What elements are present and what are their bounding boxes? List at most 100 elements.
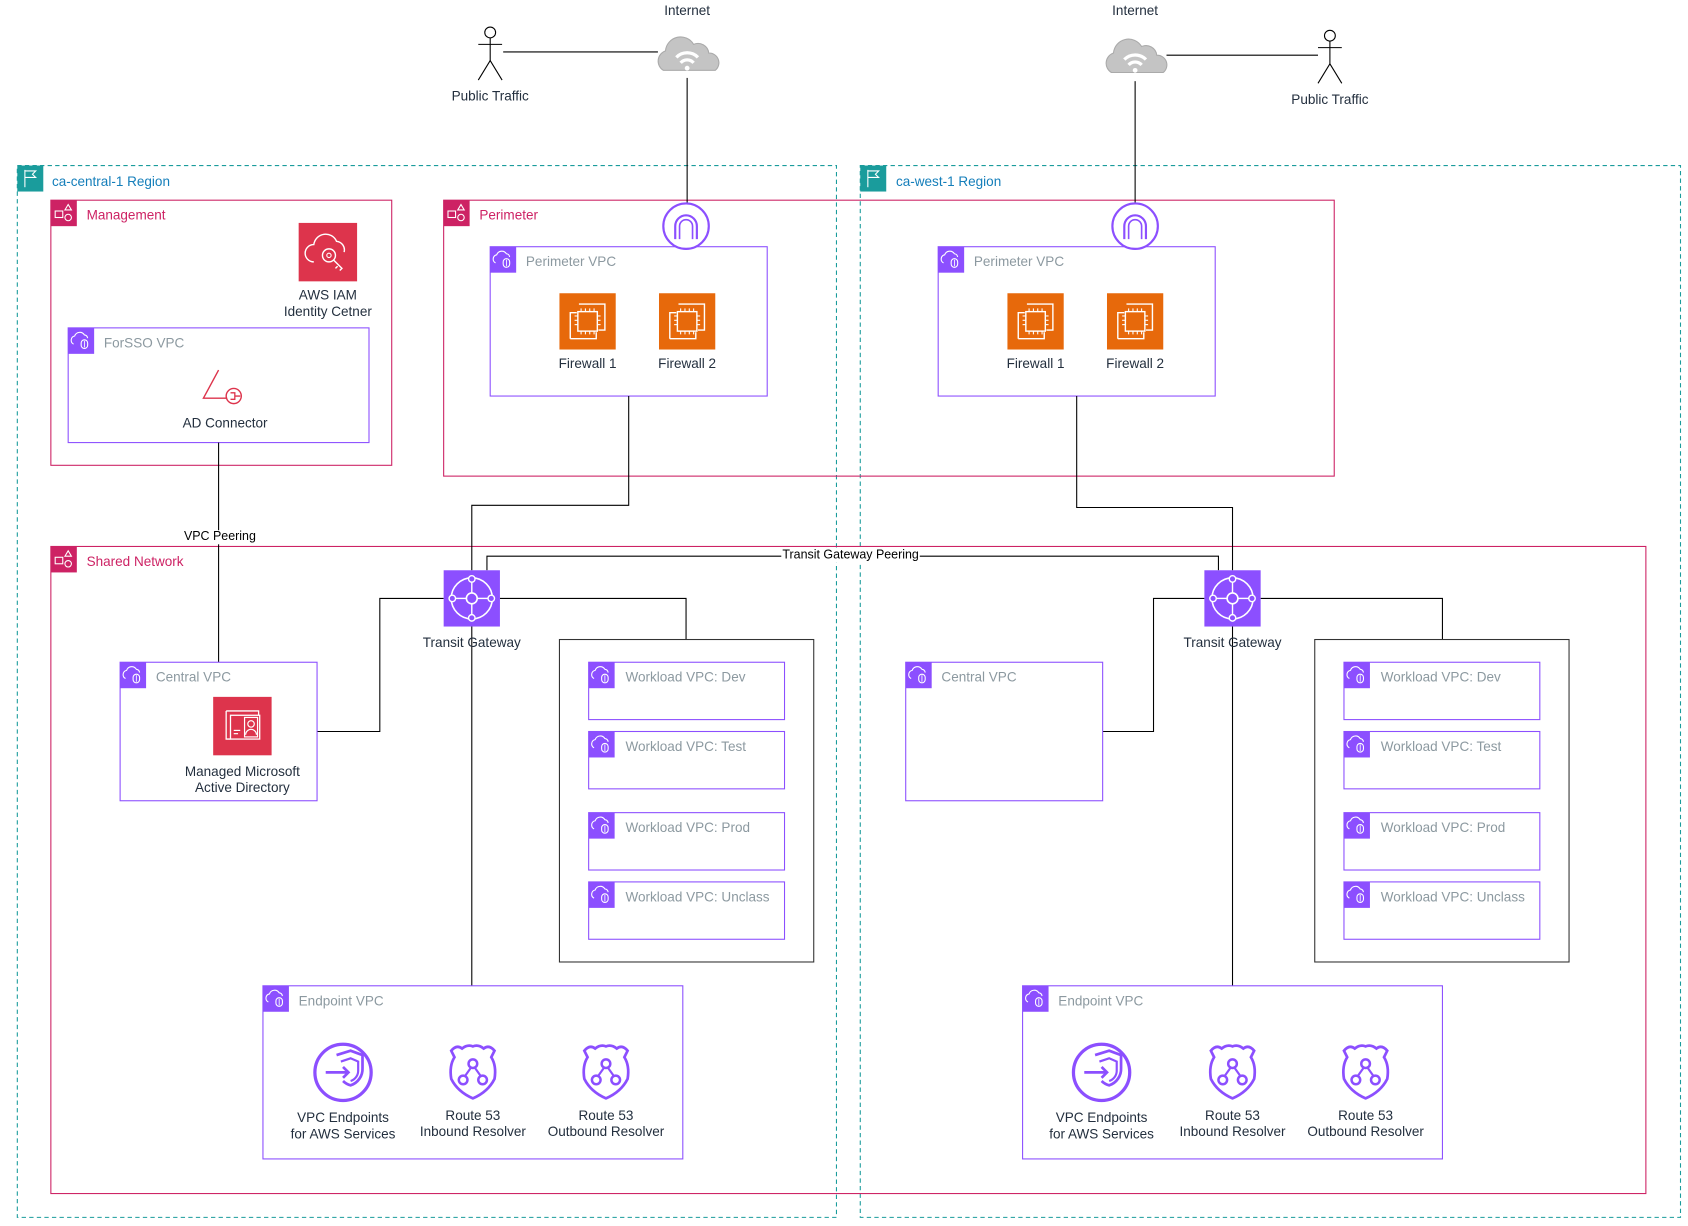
iam-identity-center-icon bbox=[298, 222, 358, 282]
service-label: Route 53 Inbound Resolver bbox=[408, 1108, 538, 1140]
service-label-line1: Route 53 bbox=[1205, 1108, 1260, 1124]
vpc-title: Endpoint VPC bbox=[1058, 993, 1144, 1009]
vpc-icon bbox=[119, 661, 147, 689]
vpc-icon bbox=[588, 730, 616, 759]
region-flag-icon bbox=[16, 165, 44, 193]
internet-label: Internet bbox=[664, 3, 711, 19]
workload-vpc-title: Workload VPC: Unclass bbox=[1380, 889, 1525, 905]
internet-cloud-icon bbox=[656, 35, 721, 73]
service-label-line1: Route 53 bbox=[1338, 1108, 1394, 1124]
service-label-line2: for AWS Services bbox=[290, 1126, 396, 1142]
edge-tgw-central-vpc bbox=[1102, 597, 1205, 733]
workload-vpc-title: Workload VPC: Test bbox=[1380, 739, 1502, 755]
vpc-title: Perimeter VPC bbox=[525, 254, 617, 270]
tgw-peering-label: Transit Gateway Peering bbox=[781, 548, 920, 563]
internet-gateway-icon bbox=[1111, 202, 1159, 250]
service-label-line2: Outbound Resolver bbox=[1307, 1124, 1424, 1140]
workload-vpc-title: Workload VPC: Unclass bbox=[625, 889, 770, 905]
managed-ad-label-line2: Active Directory bbox=[195, 780, 290, 796]
transit-gateway-icon bbox=[1203, 569, 1262, 628]
firewall-instance-icon bbox=[1106, 292, 1164, 351]
internet-gateway-icon bbox=[662, 202, 710, 250]
user-actor-icon bbox=[1317, 29, 1343, 84]
vpc-title: Perimeter VPC bbox=[973, 254, 1065, 270]
tgw-label: Transit Gateway bbox=[1183, 635, 1282, 651]
region-flag-icon bbox=[859, 165, 887, 193]
service-label-line2: Outbound Resolver bbox=[547, 1124, 665, 1140]
service-label: Route 53 Outbound Resolver bbox=[541, 1108, 671, 1140]
vpc-peering-label: VPC Peering bbox=[182, 530, 257, 545]
vpc-icon bbox=[1343, 730, 1371, 759]
internet-label: Internet bbox=[1112, 3, 1159, 19]
edge-tgw-workloads bbox=[499, 597, 687, 640]
account-title: Management bbox=[86, 207, 166, 223]
ad-connector-label: AD Connector bbox=[182, 415, 268, 431]
firewall-instance-icon bbox=[1006, 292, 1065, 351]
workload-vpc-title: Workload VPC: Prod bbox=[625, 820, 751, 836]
vpc-icon bbox=[1022, 985, 1050, 1013]
vpc-title: Endpoint VPC bbox=[298, 993, 384, 1009]
service-label-line1: Route 53 bbox=[578, 1108, 634, 1124]
service-label-line2: Inbound Resolver bbox=[419, 1124, 526, 1140]
architecture-diagram: Internet Internet Public Traffic Public … bbox=[0, 0, 1688, 1226]
firewall-label: Firewall 2 bbox=[658, 356, 717, 372]
service-label: Route 53 Outbound Resolver bbox=[1301, 1108, 1431, 1140]
service-label: VPC Endpoints for AWS Services bbox=[278, 1110, 408, 1142]
managed-ad-icon bbox=[213, 696, 272, 756]
edge-tgw-central-vpc bbox=[317, 597, 444, 733]
service-label: Route 53 Inbound Resolver bbox=[1168, 1108, 1298, 1140]
iam-label-line1: AWS IAM bbox=[298, 287, 357, 303]
account-icon bbox=[443, 199, 471, 227]
service-label: VPC Endpoints for AWS Services bbox=[1037, 1110, 1167, 1142]
actor-label: Public Traffic bbox=[451, 88, 529, 104]
vpc-icon bbox=[588, 812, 616, 840]
ad-connector-icon bbox=[202, 369, 243, 405]
workload-vpc-title: Workload VPC: Dev bbox=[625, 669, 746, 685]
managed-ad-label-line1: Managed Microsoft bbox=[184, 763, 300, 780]
account-icon bbox=[50, 545, 78, 573]
service-label-line2: Inbound Resolver bbox=[1179, 1124, 1286, 1140]
tgw-label: Transit Gateway bbox=[422, 635, 521, 651]
vpc-title: ForSSO VPC bbox=[103, 335, 185, 351]
vpc-icon bbox=[489, 246, 517, 274]
workload-vpc-title: Workload VPC: Dev bbox=[1380, 669, 1501, 685]
vpc-icon bbox=[1343, 881, 1371, 909]
transit-gateway-icon bbox=[442, 569, 501, 628]
account-title: Perimeter bbox=[479, 207, 539, 223]
internet-cloud-icon bbox=[1104, 37, 1169, 75]
vpc-icon bbox=[937, 246, 965, 274]
service-label-line1: Route 53 bbox=[445, 1108, 501, 1124]
edge-perimeter-tgw bbox=[471, 396, 630, 571]
actor-label: Public Traffic bbox=[1291, 91, 1369, 108]
vpc-icon bbox=[262, 985, 290, 1013]
edge-perimeter-tgw bbox=[1076, 396, 1234, 571]
service-label-line1: VPC Endpoints bbox=[1055, 1110, 1148, 1126]
iam-label-line2: Identity Cetner bbox=[283, 304, 372, 320]
vpc-icon bbox=[905, 661, 933, 689]
firewall-label: Firewall 1 bbox=[1006, 356, 1065, 372]
workload-vpc-title: Workload VPC: Prod bbox=[1380, 820, 1506, 836]
region-title: ca-west-1 Region bbox=[895, 174, 1002, 190]
iam-label: AWS IAM Identity Cetner bbox=[263, 288, 393, 320]
edge-tgw-workloads bbox=[1260, 597, 1443, 640]
firewall-instance-icon bbox=[658, 292, 716, 351]
service-label-line1: VPC Endpoints bbox=[297, 1110, 389, 1126]
firewall-label: Firewall 1 bbox=[558, 356, 617, 372]
region-title: ca-central-1 Region bbox=[51, 174, 170, 190]
user-actor-icon bbox=[477, 26, 503, 81]
connectors bbox=[218, 51, 1443, 986]
firewall-label: Firewall 2 bbox=[1106, 356, 1165, 372]
vpc-title: Central VPC bbox=[155, 669, 232, 685]
vpc-icon bbox=[67, 327, 95, 355]
vpc-icon bbox=[1343, 812, 1371, 840]
firewall-instance-icon bbox=[558, 292, 617, 351]
diagram-canvas bbox=[16, 26, 1682, 1218]
workload-vpc-title: Workload VPC: Test bbox=[625, 739, 746, 755]
account-title: Shared Network bbox=[86, 554, 184, 570]
vpc-title: Central VPC bbox=[941, 669, 1017, 685]
account-icon bbox=[50, 199, 78, 227]
vpc-icon bbox=[1343, 661, 1371, 689]
managed-ad-label: Managed Microsoft Active Directory bbox=[167, 764, 318, 796]
service-label-line2: for AWS Services bbox=[1049, 1126, 1154, 1142]
vpc-icon bbox=[588, 661, 616, 689]
